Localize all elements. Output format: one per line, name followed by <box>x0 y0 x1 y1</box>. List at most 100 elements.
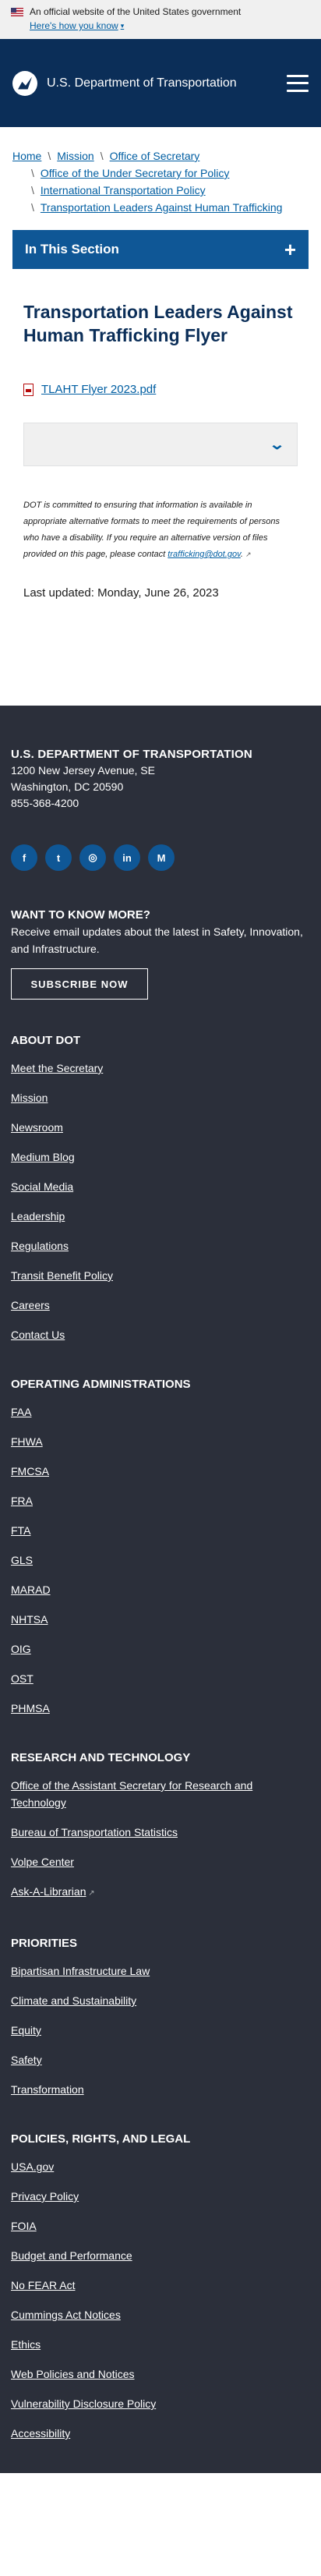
footer-link-fmcsa[interactable]: FMCSA <box>11 1465 49 1477</box>
accessibility-note: DOT is committed to ensuring that inform… <box>23 497 298 563</box>
footer-link-vulnerability-disclosure-policy[interactable]: Vulnerability Disclosure Policy <box>11 2397 156 2410</box>
subscribe-button[interactable]: Subscribe Now <box>11 968 148 1000</box>
footer-group-priorities: Priorities Bipartisan Infrastructure Law C… <box>11 1937 310 2098</box>
footer-link-phmsa[interactable]: PHMSA <box>11 1702 50 1714</box>
footer-link-cummings-act-notices[interactable]: Cummings Act Notices <box>11 2309 121 2321</box>
footer-group-about-dot: About DOT Meet the Secretary Mission Newsro… <box>11 1034 310 1343</box>
breadcrumb-row: \ Office of the Under Secretary for Poli… <box>12 165 309 182</box>
footer-link-web-policies-and-notices[interactable]: Web Policies and Notices <box>11 2368 134 2380</box>
footer-link-item: Careers <box>11 1297 310 1314</box>
breadcrumb-row: Home \ Mission \ Office of Secretary <box>12 147 309 165</box>
footer-link-bipartisan-infrastructure-law[interactable]: Bipartisan Infrastructure Law <box>11 1965 150 1977</box>
breadcrumb-office-of-secretary[interactable]: Office of Secretary <box>110 147 200 165</box>
breadcrumb-mission[interactable]: Mission <box>57 147 93 165</box>
twitter-icon[interactable]: t <box>45 844 72 871</box>
footer-link-social-media[interactable]: Social Media <box>11 1180 73 1193</box>
footer-link-fta[interactable]: FTA <box>11 1524 30 1537</box>
footer-link-newsroom[interactable]: Newsroom <box>11 1121 63 1134</box>
pdf-file-icon <box>23 383 34 396</box>
medium-icon[interactable]: M <box>148 844 175 871</box>
footer-link-careers[interactable]: Careers <box>11 1299 50 1311</box>
pdf-preview-accordion[interactable]: ⌄ <box>23 423 298 466</box>
footer-link-item: Transformation <box>11 2081 310 2098</box>
footer-link-item: Cummings Act Notices <box>11 2306 310 2323</box>
breadcrumb-tlaht[interactable]: Transportation Leaders Against Human Tra… <box>41 199 283 216</box>
footer-link-item: Transit Benefit Policy <box>11 1267 310 1284</box>
footer-link-ethics[interactable]: Ethics <box>11 2338 41 2351</box>
breadcrumb-row: \ Transportation Leaders Against Human T… <box>12 199 309 216</box>
footer-group-heading: Operating Administrations <box>11 1378 191 1391</box>
footer-link-gls[interactable]: GLS <box>11 1554 33 1566</box>
brand-link[interactable]: U.S. Department of Transportation <box>12 70 237 96</box>
footer-link-usa-gov[interactable]: USA.gov <box>11 2160 54 2173</box>
facebook-icon[interactable]: f <box>11 844 37 871</box>
footer-link-mission[interactable]: Mission <box>11 1092 48 1104</box>
footer-link-no-fear-act[interactable]: No FEAR Act <box>11 2279 75 2291</box>
menu-icon[interactable] <box>287 74 309 92</box>
footer-link-item: GLS <box>11 1552 310 1569</box>
menu-bar <box>287 74 309 77</box>
heres-how-you-know-link[interactable]: Here's how you know ▾ <box>30 20 124 31</box>
footer-link-privacy-policy[interactable]: Privacy Policy <box>11 2190 79 2203</box>
footer-link-item: Accessibility <box>11 2425 310 2442</box>
page-title: Transportation Leaders Against Human Tra… <box>23 302 293 345</box>
footer-link-leadership[interactable]: Leadership <box>11 1210 65 1223</box>
footer-link-contact-us[interactable]: Contact Us <box>11 1329 65 1341</box>
breadcrumb-separator: \ <box>31 167 34 179</box>
instagram-icon[interactable]: ◎ <box>79 844 106 871</box>
footer-link-office-of-the-assistant-secretary-for-research-and-technology[interactable]: Office of the Assistant Secretary for Re… <box>11 1779 252 1809</box>
footer-link-ask-a-librarian[interactable]: Ask-A-Librarian <box>11 1885 86 1898</box>
footer-link-item: Medium Blog <box>11 1148 310 1166</box>
footer-link-accessibility[interactable]: Accessibility <box>11 2427 70 2440</box>
last-updated: Last updated: Monday, June 26, 2023 <box>23 586 219 600</box>
footer-group-heading: About DOT <box>11 1034 81 1047</box>
footer-link-item: FRA <box>11 1492 310 1509</box>
note-end: . <box>240 550 243 559</box>
footer-link-transit-benefit-policy[interactable]: Transit Benefit Policy <box>11 1269 113 1282</box>
heres-how-you-know-label[interactable]: Here's how you know <box>30 20 118 31</box>
breadcrumb: Home \ Mission \ Office of Secretary \ O… <box>0 127 321 230</box>
breadcrumb-under-secretary[interactable]: Office of the Under Secretary for Policy <box>41 165 230 182</box>
footer-link-item: OIG <box>11 1640 310 1658</box>
breadcrumb-home[interactable]: Home <box>12 147 41 165</box>
footer-link-faa[interactable]: FAA <box>11 1406 31 1418</box>
footer-link-item: PHMSA <box>11 1700 310 1717</box>
footer-link-medium-blog[interactable]: Medium Blog <box>11 1151 75 1163</box>
pdf-download-link[interactable]: TLAHT Flyer 2023.pdf <box>41 383 156 396</box>
footer-group-heading: Research and Technology <box>11 1751 191 1764</box>
footer-link-marad[interactable]: MARAD <box>11 1583 51 1596</box>
gov-banner-text: An official website of the United States… <box>30 6 242 17</box>
footer-link-bureau-of-transportation-statistics[interactable]: Bureau of Transportation Statistics <box>11 1826 178 1838</box>
linkedin-icon[interactable]: in <box>114 844 140 871</box>
breadcrumb-row: \ International Transportation Policy <box>12 182 309 199</box>
footer-link-ost[interactable]: OST <box>11 1672 34 1685</box>
footer-link-item: Ask-A-Librarian ↗ <box>11 1883 310 1902</box>
footer-link-regulations[interactable]: Regulations <box>11 1240 69 1252</box>
brand-name[interactable]: U.S. Department of Transportation <box>47 76 237 90</box>
footer-agency-name: U.S. Department of Transportation <box>11 748 252 761</box>
footer-link-item: No FEAR Act <box>11 2277 310 2294</box>
footer-link-equity[interactable]: Equity <box>11 2024 41 2036</box>
footer-group-heading: Priorities <box>11 1937 78 1950</box>
contact-email-link[interactable]: trafficking@dot.gov <box>168 550 241 559</box>
want-to-know-text: Receive email updates about the latest i… <box>11 925 303 955</box>
footer-link-safety[interactable]: Safety <box>11 2054 42 2066</box>
footer-link-item: Newsroom <box>11 1119 310 1136</box>
footer-link-fra[interactable]: FRA <box>11 1495 33 1507</box>
footer-link-nhtsa[interactable]: NHTSA <box>11 1613 48 1626</box>
footer-link-fhwa[interactable]: FHWA <box>11 1435 43 1448</box>
in-this-section-toggle[interactable]: In This Section + <box>12 230 309 269</box>
footer-link-transformation[interactable]: Transformation <box>11 2083 84 2096</box>
footer-link-item: FOIA <box>11 2217 310 2235</box>
site-footer: U.S. Department of Transportation 1200 N… <box>0 706 321 2473</box>
footer-link-volpe-center[interactable]: Volpe Center <box>11 1856 74 1868</box>
dot-seal-icon <box>12 70 37 96</box>
footer-link-item: Mission <box>11 1089 310 1106</box>
footer-link-climate-and-sustainability[interactable]: Climate and Sustainability <box>11 1994 136 2007</box>
footer-link-budget-and-performance[interactable]: Budget and Performance <box>11 2249 132 2262</box>
footer-link-meet-the-secretary[interactable]: Meet the Secretary <box>11 1062 103 1074</box>
breadcrumb-international-policy[interactable]: International Transportation Policy <box>41 182 206 199</box>
footer-link-oig[interactable]: OIG <box>11 1643 31 1655</box>
footer-link-foia[interactable]: FOIA <box>11 2220 37 2232</box>
external-link-icon: ↗ <box>245 550 252 558</box>
